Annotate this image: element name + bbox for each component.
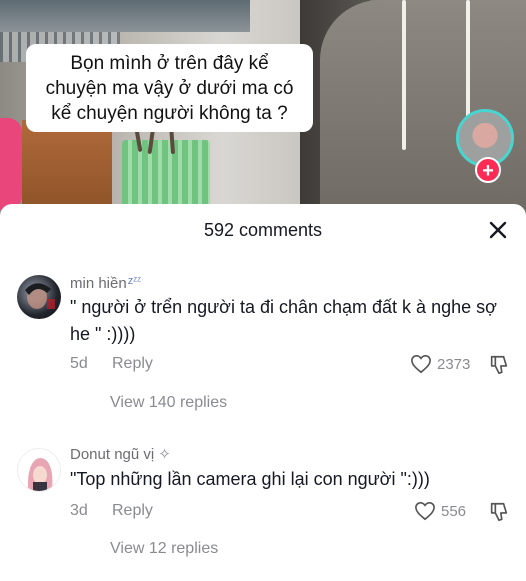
- comments-sheet: 592 comments min hiềnzᶻᶻ " người ở trển …: [0, 204, 526, 581]
- video-background: Bọn mình ở trên đây kể chuyện ma vậy ở d…: [0, 0, 526, 215]
- avatar-image: [27, 458, 53, 491]
- shelf: [0, 0, 250, 32]
- comment-age: 3d: [70, 502, 88, 519]
- heart-icon: [415, 501, 435, 521]
- comment-age: 5d: [70, 355, 88, 372]
- comments-count-title: 592 comments: [203, 220, 323, 240]
- like-count: 2373: [437, 355, 471, 373]
- close-icon[interactable]: [486, 218, 510, 242]
- like-button[interactable]: 2373: [410, 354, 470, 374]
- hoodie: [320, 0, 526, 215]
- avatar[interactable]: [17, 448, 61, 492]
- caption-line: chuyện ma vậy ở dưới ma có: [45, 78, 294, 99]
- follow-button[interactable]: +: [475, 157, 501, 183]
- username-suffix: ✧: [158, 446, 171, 463]
- hoodie-cord: [402, 0, 406, 150]
- username-suffix: zᶻᶻ: [127, 275, 142, 287]
- comment-text: " người ở trển người ta đi chân chạm đất…: [70, 297, 497, 344]
- wood-cabinet: [22, 120, 112, 215]
- pink-bottle: [0, 118, 22, 210]
- avatar[interactable]: [17, 275, 61, 319]
- reply-button[interactable]: Reply: [112, 355, 153, 373]
- caption-line: kể chuyện người không ta ?: [51, 103, 288, 124]
- avatar-image: [25, 283, 55, 309]
- comment-username[interactable]: Donut ngũ vị ✧: [70, 445, 171, 463]
- like-count: 556: [441, 502, 467, 520]
- view-replies-button[interactable]: View 140 replies: [110, 394, 227, 412]
- reply-button[interactable]: Reply: [112, 502, 153, 520]
- username-text: Donut ngũ vị: [70, 446, 155, 463]
- dislike-icon[interactable]: [488, 354, 510, 376]
- username-text: min hiền: [70, 275, 127, 292]
- like-button[interactable]: 556: [414, 501, 466, 521]
- comment-text: "Top những lần camera ghi lại con người …: [70, 469, 430, 489]
- caption-line: Bọn mình ở trên đây kể: [70, 53, 269, 74]
- comment-username[interactable]: min hiềnzᶻᶻ: [70, 275, 141, 292]
- video-caption: Bọn mình ở trên đây kể chuyện ma vậy ở d…: [26, 44, 313, 132]
- heart-icon: [411, 354, 431, 374]
- dislike-icon[interactable]: [488, 501, 510, 523]
- view-replies-button[interactable]: View 12 replies: [110, 540, 218, 558]
